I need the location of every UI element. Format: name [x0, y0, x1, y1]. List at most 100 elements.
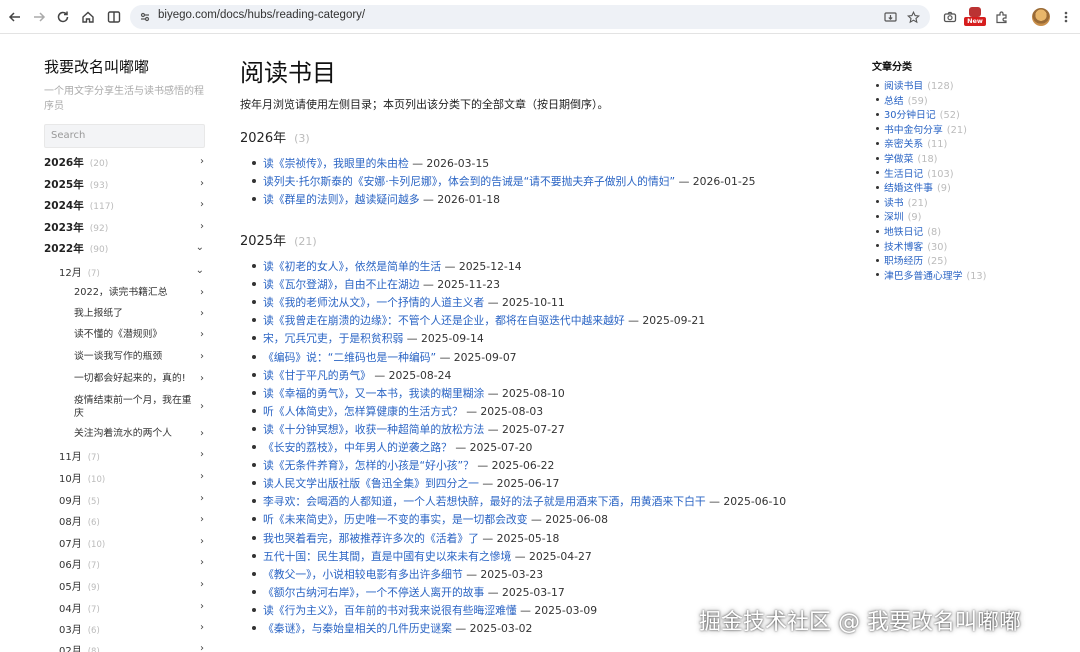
site-title[interactable]: 我要改名叫嘟嘟 — [44, 56, 206, 77]
post-link[interactable]: 读《行为主义》，百年前的书对我来说很有些晦涩难懂 — [263, 604, 517, 617]
month-item[interactable]: 08月 (6) › — [59, 513, 206, 531]
post-link[interactable]: 读《瓦尔登湖》，自由不止在湖边 — [263, 278, 420, 291]
post-link[interactable]: 宋，冗兵冗吏，于是积贫积弱 — [263, 332, 403, 345]
post-date: — 2025-03-23 — [466, 567, 544, 581]
month-post-item[interactable]: 读不懂的《潜规则》 › — [74, 328, 206, 341]
category-count: (18) — [917, 154, 938, 165]
year-item[interactable]: 2026年 (20) › — [44, 155, 206, 173]
post-link[interactable]: 我也哭着看完，那被推荐许多次的《活着》了 — [263, 532, 479, 545]
category-item: 阅读书目 (128) — [876, 78, 954, 92]
month-post-item[interactable]: 2022，读完书籍汇总 › — [74, 286, 206, 299]
home-icon[interactable] — [77, 6, 99, 28]
forward-arrow-icon[interactable] — [28, 6, 50, 28]
month-item[interactable]: 05月 (9) › — [59, 578, 206, 596]
month-item-expanded[interactable]: 12月 (7) ⌄ — [59, 264, 206, 282]
bookmark-star-icon[interactable] — [905, 9, 921, 25]
chevron-right-icon: › — [200, 428, 204, 439]
post-link[interactable]: 《长安的荔枝》，中年男人的逆袭之路？ — [263, 441, 452, 454]
post-link[interactable]: 《教父一》，小说相较电影有多出许多细节 — [263, 568, 463, 581]
post-list-item: 五代十国：民生其間，直是中國有史以來未有之慘境 — 2025-04-27 — [252, 548, 592, 564]
year-item[interactable]: 2024年 (117) › — [44, 198, 206, 216]
camera-extension-icon[interactable] — [939, 6, 961, 28]
install-app-icon[interactable] — [882, 9, 898, 25]
category-link[interactable]: 亲密关系 — [884, 139, 923, 150]
month-item[interactable]: 03月 (6) › — [59, 621, 206, 639]
month-item[interactable]: 11月 (7) › — [59, 448, 206, 466]
back-arrow-icon[interactable] — [4, 6, 26, 28]
category-link[interactable]: 30分钟日记 — [884, 110, 936, 121]
post-link[interactable]: 听《人体简史》，怎样算健康的生活方式？ — [263, 405, 463, 418]
category-link[interactable]: 技术博客 — [884, 242, 923, 253]
post-link[interactable]: 读《我的老师沈从文》，一个抒情的人道主义者 — [263, 296, 484, 309]
section-count: (3) — [294, 132, 310, 145]
category-link[interactable]: 深圳 — [884, 212, 904, 223]
post-date: — 2025-07-27 — [487, 422, 565, 436]
month-item[interactable]: 10月 (10) › — [59, 470, 206, 488]
year-count: (117) — [89, 202, 114, 212]
bullet-icon — [252, 463, 256, 468]
post-date: — 2025-03-02 — [455, 622, 533, 635]
month-post-item[interactable]: 谈一谈我写作的瓶颈 › — [74, 350, 206, 363]
category-link[interactable]: 职场经历 — [884, 256, 923, 267]
month-item[interactable]: 09月 (5) › — [59, 492, 206, 510]
month-post-title: 读不懂的《潜规则》 — [74, 329, 163, 340]
month-post-item[interactable]: 疫情结束前一个月，我在重庆 › — [74, 394, 206, 420]
chevron-right-icon: › — [200, 557, 204, 568]
month-item[interactable]: 07月 (10) › — [59, 535, 206, 553]
side-panel-icon[interactable] — [103, 6, 125, 28]
month-count: (10) — [87, 540, 106, 550]
profile-avatar[interactable] — [1032, 8, 1050, 26]
category-item: 生活日记 (103) — [876, 166, 954, 180]
category-link[interactable]: 阅读书目 — [884, 81, 923, 92]
category-link[interactable]: 读书 — [884, 198, 904, 209]
bullet-icon — [252, 571, 256, 576]
post-date: — 2026-03-15 — [412, 157, 490, 170]
category-link[interactable]: 结婚这件事 — [884, 183, 933, 194]
year-item[interactable]: 2022年 (90) ⌄ — [44, 241, 206, 259]
category-link[interactable]: 学做菜 — [884, 154, 913, 165]
post-link[interactable]: 《编码》说：“二维码也是一种编码” — [263, 351, 436, 364]
post-link[interactable]: 读《十分钟冥想》，收获一种超简单的放松方法 — [263, 423, 484, 436]
category-count: (30) — [927, 241, 948, 253]
category-item: 职场经历 (25) — [876, 253, 947, 267]
month-item[interactable]: 06月 (7) › — [59, 556, 206, 574]
post-link[interactable]: 读列夫·托尔斯泰的《安娜·卡列尼娜》，体会到的告诫是“请不要抛夫弃子做别人的情妇… — [263, 175, 675, 188]
reload-icon[interactable] — [52, 6, 74, 28]
year-item[interactable]: 2025年 (93) › — [44, 177, 206, 195]
month-item[interactable]: 02月 (8) › — [59, 642, 206, 652]
category-link[interactable]: 书中金句分享 — [884, 125, 943, 136]
post-link[interactable]: 李寻欢：会喝酒的人都知道，一个人若想快醉，最好的法子就是用酒来下酒，用黄酒来下白… — [263, 495, 706, 508]
post-link[interactable]: 读《无条件养育》，怎样的小孩是“好小孩”？ — [263, 459, 474, 472]
post-link[interactable]: 读《幸福的勇气》，又一本书，我读的糊里糊涂 — [263, 387, 484, 400]
year-item[interactable]: 2023年 (92) › — [44, 220, 206, 238]
more-menu-icon[interactable] — [1055, 6, 1077, 28]
post-link[interactable]: 读《群星的法则》，越读疑问越多 — [263, 193, 420, 206]
month-post-item[interactable]: 一切都会好起来的，真的! › — [74, 372, 206, 385]
month-item[interactable]: 04月 (7) › — [59, 600, 206, 618]
post-link[interactable]: 读《我曾走在崩溃的边缘》：不管个人还是企业，都将在自驱迭代中越来越好 — [263, 314, 625, 327]
section-year: 2026年 — [240, 131, 287, 146]
post-link[interactable]: 读《初老的女人》，依然是简单的生活 — [263, 260, 441, 273]
category-link[interactable]: 生活日记 — [884, 169, 923, 180]
month-post-item[interactable]: 关注沟着流水的两个人 › — [74, 427, 206, 440]
site-settings-icon[interactable] — [137, 9, 153, 25]
url-text[interactable]: biyego.com/docs/hubs/reading-category/ — [158, 9, 365, 21]
post-link[interactable]: 五代十国：民生其間，直是中國有史以來未有之慘境 — [263, 550, 511, 563]
search-input[interactable]: Search — [44, 124, 205, 148]
post-date: — 2025-06-08 — [530, 513, 608, 527]
post-link[interactable]: 读《甘于平凡的勇气》 — [263, 369, 371, 382]
post-list-item: 读《无条件养育》，怎样的小孩是“好小孩”？ — 2025-06-22 — [252, 457, 554, 473]
address-bar[interactable]: biyego.com/docs/hubs/reading-category/ — [130, 5, 930, 29]
category-link[interactable]: 津巴多普通心理学 — [884, 271, 962, 282]
post-link[interactable]: 《额尔古纳河右岸》，一个不停送人离开的故事 — [263, 586, 484, 599]
post-list-item: 《长安的荔枝》，中年男人的逆袭之路？ — 2025-07-20 — [252, 439, 532, 455]
post-link[interactable]: 听《未来简史》，历史唯一不变的事实，是一切都会改变 — [263, 513, 528, 526]
post-link[interactable]: 读人民文学出版社版《鲁迅全集》到四分之一 — [263, 477, 479, 490]
category-link[interactable]: 地铁日记 — [884, 227, 923, 238]
post-link[interactable]: 读《崇祯传》，我眼里的朱由检 — [263, 157, 409, 170]
post-link[interactable]: 《秦谜》，与秦始皇相关的几件历史谜案 — [263, 622, 452, 635]
extensions-puzzle-icon[interactable] — [991, 6, 1013, 28]
month-post-item[interactable]: 我上报纸了 › — [74, 307, 206, 320]
category-link[interactable]: 总结 — [884, 96, 904, 107]
new-extension-icon[interactable]: New — [964, 7, 986, 27]
